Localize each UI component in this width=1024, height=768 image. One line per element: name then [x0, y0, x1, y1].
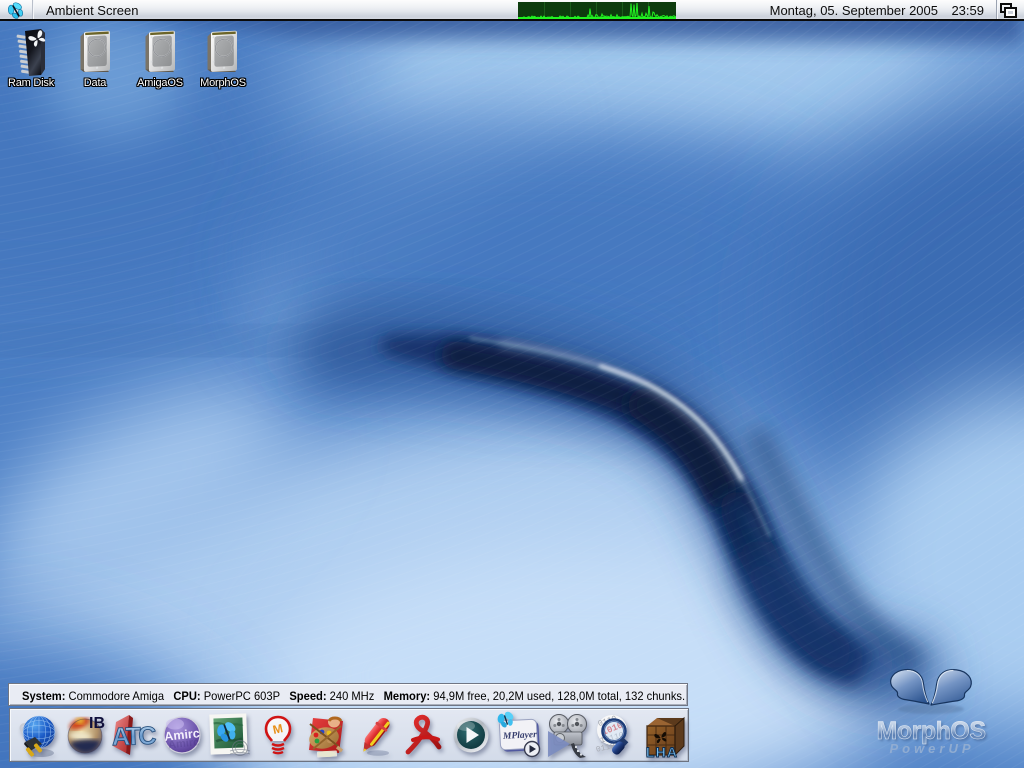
- svg-text:IB: IB: [89, 715, 105, 732]
- svg-text:LHA: LHA: [646, 744, 678, 760]
- svg-text:ATC: ATC: [111, 722, 156, 752]
- svg-text:Amirc: Amirc: [168, 736, 200, 751]
- svg-text:MPlayer: MPlayer: [502, 730, 538, 742]
- svg-text:PowerUP: PowerUP: [889, 741, 974, 756]
